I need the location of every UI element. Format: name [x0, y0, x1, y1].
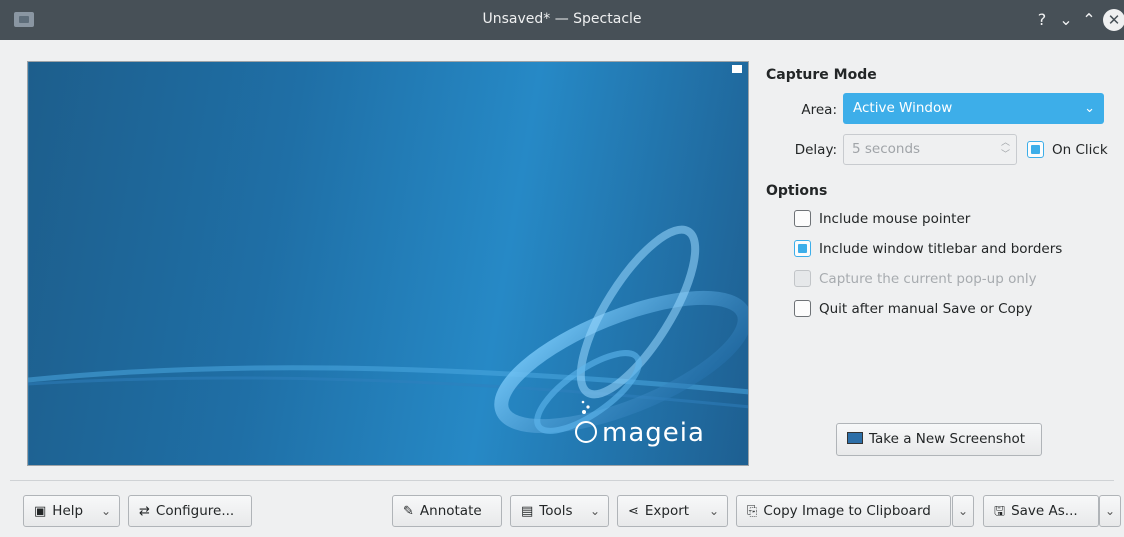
checkbox-icon: [794, 299, 811, 317]
chevron-down-icon: ⌄: [957, 504, 969, 518]
checkbox-disabled-icon: [794, 269, 811, 287]
help-label: Help: [52, 503, 84, 519]
screenshot-icon: [847, 432, 863, 444]
save-options-dropdown[interactable]: ⌄: [1099, 495, 1121, 527]
chevron-down-icon: ⌄: [1084, 101, 1095, 116]
chevron-down-icon: ⌄: [1104, 504, 1116, 518]
footer-separator: [10, 480, 1114, 481]
preview-image: [28, 62, 748, 465]
save-as-label: Save As...: [1011, 503, 1078, 519]
tools-button[interactable]: ▤ Tools ⌄: [510, 495, 609, 527]
help-book-icon: ▣: [34, 504, 47, 519]
configure-button[interactable]: ⇄ Configure...: [128, 495, 252, 527]
save-as-button[interactable]: 🖫 Save As...: [983, 495, 1099, 527]
mageia-logo-text: mageia: [602, 418, 705, 448]
chevron-down-icon: ⌄: [708, 504, 719, 518]
option-include-mouse-pointer[interactable]: Include mouse pointer: [794, 209, 970, 229]
checkbox-icon: [794, 209, 811, 227]
pen-icon: ✎: [403, 504, 414, 519]
chevron-down-icon: ⌄: [100, 504, 111, 518]
share-icon: ⋖: [628, 504, 639, 519]
configure-label: Configure...: [155, 503, 235, 519]
spin-arrows-icon[interactable]: ︿ ﹀: [1001, 137, 1010, 161]
copy-label: Copy Image to Clipboard: [763, 503, 931, 519]
option-label: Include mouse pointer: [819, 211, 971, 227]
maximize-icon[interactable]: ⌃: [1078, 9, 1100, 31]
area-value: Active Window: [853, 100, 953, 116]
minimize-icon[interactable]: ⌄: [1055, 9, 1077, 31]
checkbox-checked-icon: [794, 239, 811, 257]
export-button[interactable]: ⋖ Export ⌄: [617, 495, 728, 527]
tools-label: Tools: [539, 503, 573, 519]
checkbox-checked-icon: [1027, 140, 1044, 158]
delay-label: Delay:: [794, 142, 837, 158]
chevron-down-icon: ⌄: [589, 504, 600, 518]
annotate-button[interactable]: ✎ Annotate: [392, 495, 502, 527]
options-heading: Options: [766, 183, 828, 199]
option-include-titlebar[interactable]: Include window titlebar and borders: [794, 239, 1062, 259]
take-new-screenshot-button[interactable]: Take a New Screenshot: [836, 423, 1042, 456]
configure-icon: ⇄: [139, 504, 150, 519]
window-title: Unsaved* — Spectacle: [482, 11, 642, 27]
clipboard-icon: ⎘: [747, 504, 758, 519]
area-label: Area:: [801, 102, 837, 118]
option-label: Quit after manual Save or Copy: [819, 301, 1033, 317]
capture-mode-heading: Capture Mode: [766, 67, 877, 83]
window-titlebar: Unsaved* — Spectacle ? ⌄ ⌃ ✕: [0, 0, 1124, 40]
copy-to-clipboard-button[interactable]: ⎘ Copy Image to Clipboard: [736, 495, 951, 527]
save-icon: 🖫: [994, 504, 1006, 519]
close-icon[interactable]: ✕: [1103, 9, 1124, 31]
annotate-label: Annotate: [419, 503, 482, 519]
option-capture-popup-only: Capture the current pop-up only: [794, 269, 1037, 289]
take-screenshot-label: Take a New Screenshot: [869, 431, 1026, 447]
help-button[interactable]: ▣ Help ⌄: [23, 495, 120, 527]
help-icon[interactable]: ?: [1031, 9, 1053, 31]
option-label: Include window titlebar and borders: [819, 241, 1063, 257]
copy-options-dropdown[interactable]: ⌄: [952, 495, 974, 527]
area-combobox[interactable]: Active Window ⌄: [843, 93, 1104, 124]
delay-value: 5 seconds: [852, 141, 921, 157]
on-click-label: On Click: [1052, 142, 1108, 158]
toolbox-icon: ▤: [521, 504, 534, 519]
option-label: Capture the current pop-up only: [819, 271, 1037, 287]
delay-spinbox[interactable]: 5 seconds ︿ ﹀: [843, 134, 1017, 165]
export-label: Export: [644, 503, 690, 519]
screenshot-preview[interactable]: mageia: [27, 61, 749, 466]
on-click-checkbox[interactable]: On Click: [1027, 140, 1108, 160]
option-quit-after-save[interactable]: Quit after manual Save or Copy: [794, 299, 1032, 319]
